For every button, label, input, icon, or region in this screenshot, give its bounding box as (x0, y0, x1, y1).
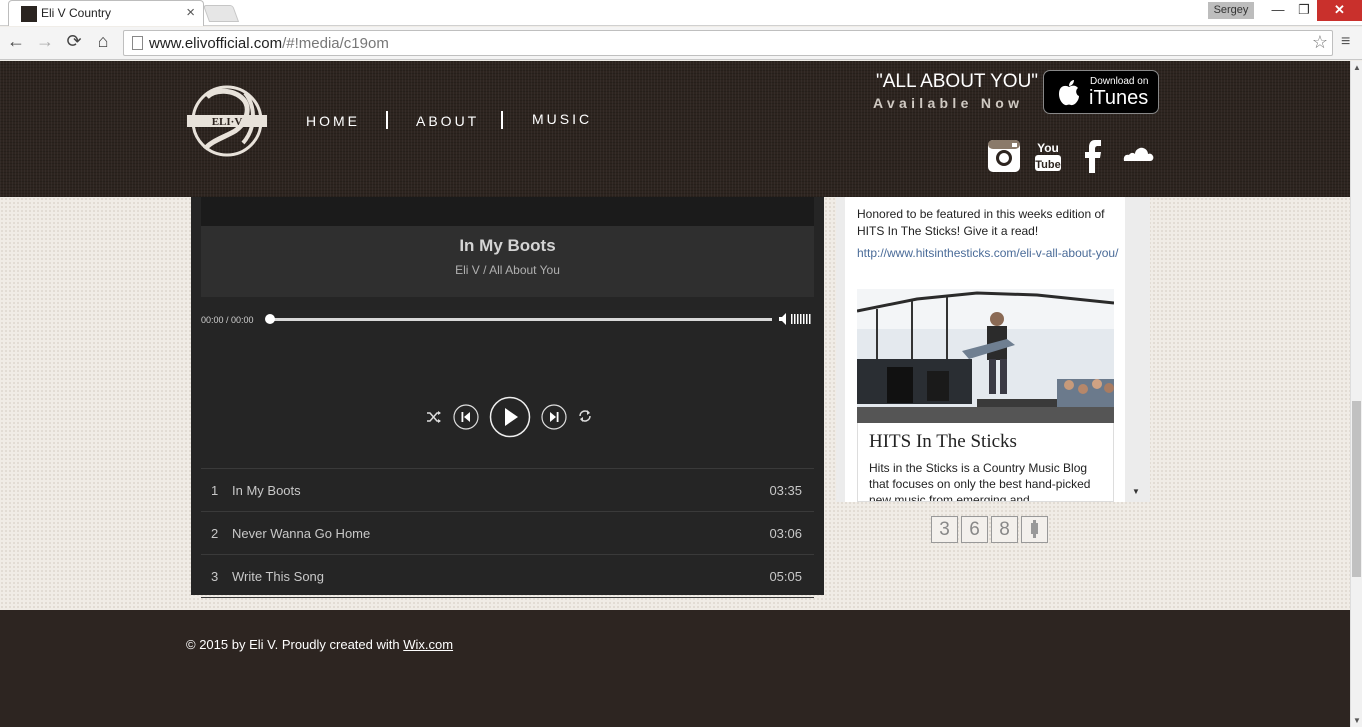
browser-tab[interactable]: Eli V Country × (8, 0, 204, 26)
track-number: 2 (211, 526, 219, 541)
browser-titlebar: Eli V Country × Sergey — ❐ ✕ (0, 0, 1362, 26)
instagram-icon[interactable] (987, 139, 1021, 173)
nav-home[interactable]: HOME (306, 113, 360, 129)
next-track-button[interactable] (541, 404, 567, 430)
track-row[interactable]: 3 Write This Song 05:05 (201, 554, 814, 597)
wix-link[interactable]: Wix.com (403, 637, 453, 652)
copyright-text: © 2015 by Eli V. Proudly created with Wi… (186, 637, 453, 652)
feed-post: Honored to be featured in this weeks edi… (845, 197, 1125, 502)
visitor-counter-digit: 3 (931, 516, 958, 543)
reload-button[interactable]: ⟳ (62, 31, 86, 52)
nav-music[interactable]: MUSIC (532, 111, 592, 127)
copyright-prefix: © 2015 by Eli V. Proudly created with (186, 637, 404, 652)
page: ELI·V HOME ABOUT MUSIC "ALL ABOUT YOU" A… (0, 61, 1350, 727)
progress-knob[interactable] (265, 314, 275, 324)
tab-title: Eli V Country (41, 6, 112, 20)
now-playing-box: In My Boots Eli V / All About You (201, 226, 814, 297)
tab-favicon-icon (21, 6, 37, 22)
soundcloud-icon[interactable] (1121, 139, 1155, 173)
scrollbar-thumb[interactable] (1352, 401, 1361, 577)
close-window-button[interactable]: ✕ (1317, 0, 1362, 21)
progress-bar[interactable] (270, 318, 772, 321)
feed-link-preview[interactable]: HITS In The Sticks Hits in the Sticks is… (857, 423, 1114, 502)
promo-title: "ALL ABOUT YOU" (876, 71, 1039, 92)
track-duration: 03:35 (769, 483, 802, 498)
maximize-button[interactable]: ❐ (1290, 0, 1318, 21)
nav-separator (386, 111, 388, 129)
apple-icon (1059, 80, 1079, 106)
feed-scroll-down-icon[interactable]: ▼ (1132, 487, 1140, 496)
track-duration: 03:06 (769, 526, 802, 541)
minimize-button[interactable]: — (1264, 0, 1292, 21)
bookmark-star-icon[interactable]: ☆ (1312, 32, 1328, 53)
tab-close-icon[interactable]: × (186, 4, 195, 21)
itunes-small-label: Download on (1090, 76, 1149, 87)
repeat-icon[interactable] (578, 409, 592, 423)
feed-link-preview-title: HITS In The Sticks (869, 431, 1017, 452)
scroll-up-arrow-icon[interactable]: ▲ (1353, 63, 1361, 72)
browser-toolbar: ← → ⟳ ⌂ www.elivofficial.com/#!media/c19… (0, 27, 1362, 60)
feed-post-link[interactable]: http://www.hitsinthesticks.com/eli-v-all… (857, 245, 1119, 262)
svg-text:You: You (1037, 141, 1059, 155)
profile-button[interactable]: Sergey (1208, 2, 1254, 19)
scroll-down-arrow-icon[interactable]: ▼ (1353, 716, 1361, 725)
now-playing-artist-album: Eli V / All About You (455, 263, 560, 277)
itunes-big-label: iTunes (1089, 87, 1149, 109)
site-header: ELI·V HOME ABOUT MUSIC "ALL ABOUT YOU" A… (0, 61, 1350, 197)
track-row[interactable]: 2 Never Wanna Go Home 03:06 (201, 511, 814, 554)
now-playing-title: In My Boots (459, 236, 556, 255)
track-title: Write This Song (232, 569, 325, 584)
track-row[interactable]: 1 In My Boots 03:35 (201, 468, 814, 511)
svg-text:Tube: Tube (1035, 159, 1060, 171)
music-player: In My Boots Eli V / All About You 00:00 … (191, 197, 824, 627)
svg-text:ELI·V: ELI·V (212, 116, 243, 128)
visitor-counter-digit: 8 (991, 516, 1018, 543)
counter-figure-icon (1031, 520, 1038, 538)
address-bar[interactable]: www.elivofficial.com/#!media/c19om ☆ (123, 30, 1333, 56)
home-button[interactable]: ⌂ (91, 31, 115, 52)
track-number: 1 (211, 483, 219, 498)
url-text[interactable]: www.elivofficial.com/#!media/c19om (149, 35, 389, 52)
promo-subtitle: Available Now (873, 95, 1024, 111)
track-number: 3 (211, 569, 219, 584)
social-feed-widget: Honored to be featured in this weeks edi… (836, 197, 1150, 502)
url-path: /#!media/c19om (282, 35, 389, 52)
previous-track-button[interactable] (453, 404, 479, 430)
forward-button[interactable]: → (33, 31, 57, 52)
youtube-icon[interactable]: You Tube (1031, 139, 1065, 173)
itunes-download-button[interactable]: Download on iTunes (1043, 70, 1159, 114)
back-button[interactable]: ← (4, 31, 28, 52)
track-duration: 05:05 (769, 569, 802, 584)
album-art-area (201, 197, 814, 226)
facebook-icon[interactable] (1076, 139, 1110, 173)
track-title: In My Boots (232, 483, 301, 498)
concert-photo[interactable] (857, 289, 1114, 423)
nav-separator (501, 111, 503, 129)
eli-v-logo[interactable]: ELI·V (185, 83, 269, 159)
nav-about[interactable]: ABOUT (416, 113, 479, 129)
feed-link-preview-description: Hits in the Sticks is a Country Music Bl… (869, 461, 1091, 502)
time-display: 00:00 / 00:00 (201, 315, 254, 325)
new-tab-button[interactable] (202, 5, 240, 22)
feed-post-text: Honored to be featured in this weeks edi… (857, 207, 1105, 238)
site-footer: © 2015 by Eli V. Proudly created with Wi… (0, 610, 1350, 727)
shuffle-icon[interactable] (426, 410, 442, 424)
visitor-counter-digit: 6 (961, 516, 988, 543)
visitor-counter-badge (1021, 516, 1048, 543)
browser-menu-icon[interactable]: ≡ (1341, 33, 1350, 51)
play-button[interactable] (489, 396, 531, 438)
url-host: www.elivofficial.com (149, 35, 283, 52)
track-title: Never Wanna Go Home (232, 526, 371, 541)
page-icon (132, 36, 143, 50)
volume-icon[interactable] (779, 312, 813, 326)
page-scrollbar[interactable]: ▲ ▼ (1350, 61, 1362, 727)
